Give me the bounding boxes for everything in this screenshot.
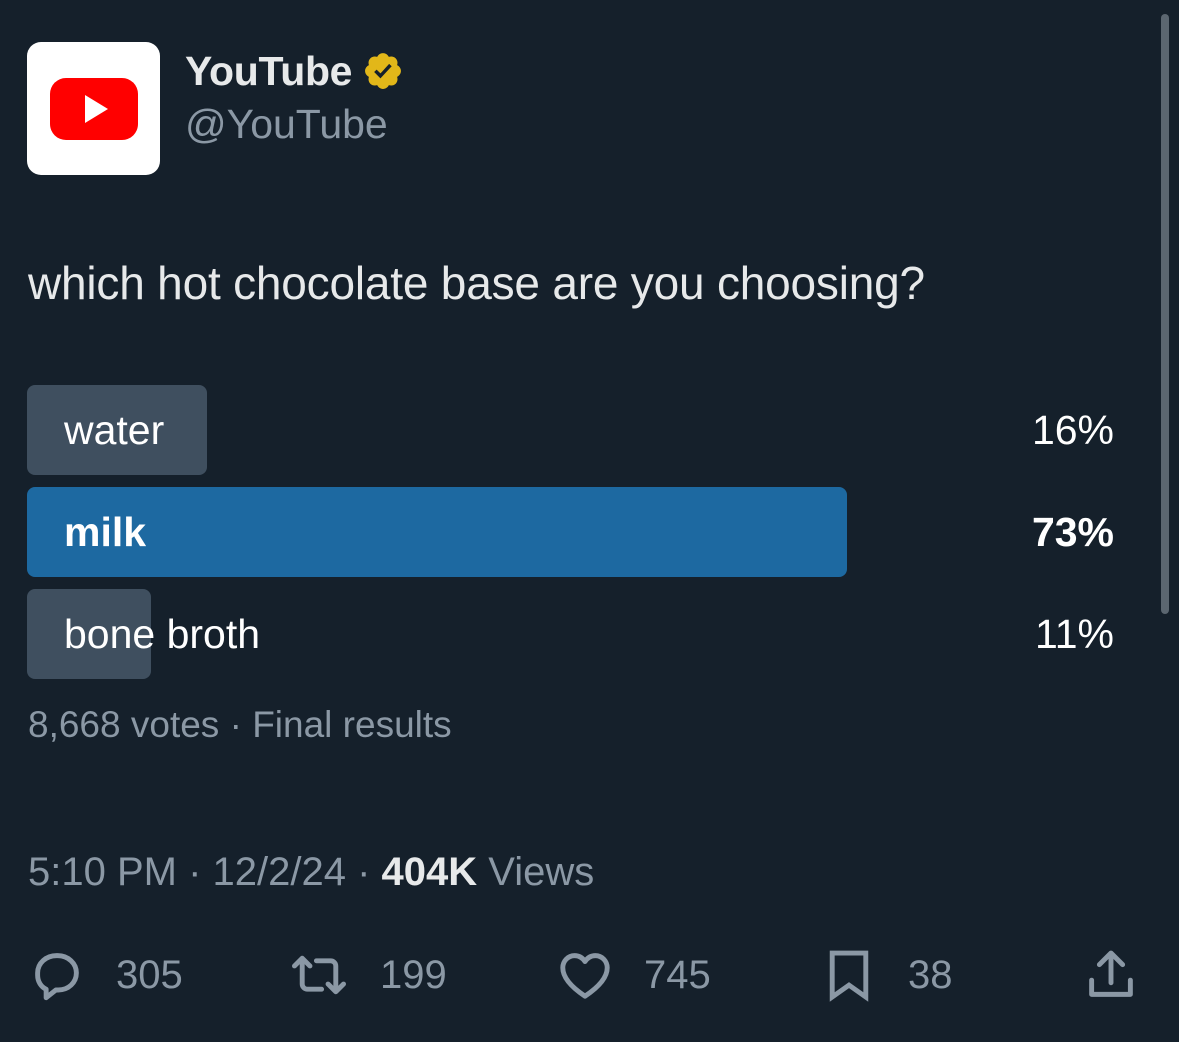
poll-option-bone-broth: bone broth 11% — [27, 589, 1117, 679]
share-button[interactable] — [1080, 944, 1142, 1006]
heart-icon — [560, 953, 610, 999]
timestamp-separator: · — [176, 850, 213, 894]
tweet-time[interactable]: 5:10 PM — [28, 850, 177, 894]
bookmark-icon — [829, 950, 869, 1002]
views-count: 404K — [381, 850, 478, 894]
author-names: YouTube @YouTube — [185, 48, 404, 148]
poll-status: Final results — [252, 704, 452, 745]
verified-badge-icon[interactable] — [362, 50, 404, 92]
reply-button[interactable]: 305 — [26, 944, 183, 1006]
poll-votes: 8,668 votes — [28, 704, 220, 745]
avatar[interactable] — [27, 42, 160, 175]
poll-option-water: water 16% — [27, 385, 1117, 475]
poll-option-percent: 11% — [1034, 611, 1114, 657]
share-icon — [1089, 950, 1133, 997]
retweet-icon — [292, 955, 346, 995]
poll-bar — [27, 487, 847, 577]
poll-option-label: bone broth — [64, 611, 261, 657]
tweet-timestamp: 5:10 PM · 12/2/24 · 404K Views — [28, 850, 594, 895]
views-label: Views — [477, 850, 595, 894]
timestamp-separator: · — [345, 850, 382, 894]
reply-count: 305 — [116, 952, 183, 997]
poll-meta: 8,668 votes · Final results — [28, 704, 452, 746]
like-count: 745 — [644, 952, 711, 997]
display-name-row: YouTube — [185, 48, 404, 95]
poll-option-percent: 73% — [1031, 509, 1114, 555]
poll-option-percent: 16% — [1031, 407, 1114, 453]
tweet-date[interactable]: 12/2/24 — [213, 850, 346, 894]
poll-meta-separator: · — [219, 704, 253, 745]
tweet-text: which hot chocolate base are you choosin… — [28, 257, 925, 309]
poll-option-label: milk — [64, 509, 147, 555]
action-bar: 305 199 745 38 — [26, 944, 1142, 1006]
bookmark-button[interactable]: 38 — [818, 944, 953, 1006]
retweet-button[interactable]: 199 — [286, 944, 447, 1006]
display-name[interactable]: YouTube — [185, 48, 352, 95]
reply-icon — [35, 953, 79, 1001]
scrollbar[interactable] — [1161, 14, 1169, 614]
like-button[interactable]: 745 — [554, 944, 711, 1006]
poll-option-milk: milk 73% — [27, 487, 1117, 577]
retweet-count: 199 — [380, 952, 447, 997]
poll-option-label: water — [64, 407, 165, 453]
poll: water 16% milk 73% bone broth 11% — [27, 385, 1117, 691]
tweet-header: YouTube @YouTube — [27, 42, 404, 175]
bookmark-count: 38 — [908, 952, 953, 997]
youtube-logo-icon — [49, 77, 138, 140]
handle[interactable]: @YouTube — [185, 101, 404, 148]
